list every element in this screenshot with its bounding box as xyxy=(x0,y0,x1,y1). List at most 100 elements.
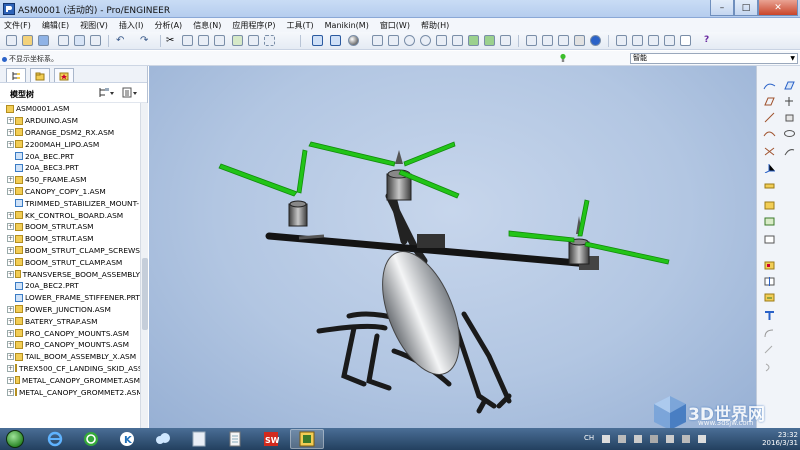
expand-toggle-icon[interactable]: + xyxy=(7,246,14,254)
expand-toggle-icon[interactable]: + xyxy=(7,140,14,148)
paste-special-icon[interactable] xyxy=(214,35,225,46)
regenerate-icon[interactable] xyxy=(232,35,243,46)
round-icon[interactable] xyxy=(763,328,776,339)
menu-manikin[interactable]: Manikin(M) xyxy=(325,21,369,30)
zoom-in-icon[interactable] xyxy=(404,35,415,46)
repaint-icon[interactable] xyxy=(436,35,447,46)
tree-row[interactable]: 20A_BEC2.PRT xyxy=(0,280,140,292)
menu-window[interactable]: 窗口(W) xyxy=(380,20,410,31)
tree-row[interactable]: + CANOPY_COPY_1.ASM xyxy=(0,186,140,198)
tree-row[interactable]: LOWER_FRAME_STIFFENER.PRT xyxy=(0,292,140,304)
menu-tools[interactable]: 工具(T) xyxy=(287,20,314,31)
shell-icon[interactable] xyxy=(763,362,776,373)
taskbar-clock[interactable]: 23:32 2016/3/31 xyxy=(748,431,798,447)
expand-toggle-icon[interactable]: + xyxy=(7,223,14,231)
plane-icon[interactable] xyxy=(763,96,776,107)
tree-row[interactable]: 20A_BEC.PRT xyxy=(0,150,140,162)
system-tray-icons[interactable] xyxy=(602,434,722,444)
menu-applications[interactable]: 应用程序(P) xyxy=(232,20,275,31)
expand-toggle-icon[interactable]: + xyxy=(7,341,14,349)
orient-icon[interactable] xyxy=(330,35,341,46)
proengineer-icon[interactable] xyxy=(290,429,324,449)
no-hidden-icon[interactable] xyxy=(558,35,569,46)
expand-toggle-icon[interactable]: + xyxy=(7,187,14,195)
shading-icon[interactable] xyxy=(348,35,359,46)
expand-toggle-icon[interactable]: + xyxy=(7,364,14,372)
cut-icon[interactable]: ✂ xyxy=(166,35,177,46)
expand-toggle-icon[interactable]: + xyxy=(7,305,14,313)
enhanced-realism-icon[interactable] xyxy=(590,35,601,46)
context-help-icon[interactable]: ? xyxy=(704,35,715,46)
datum-curve-icon[interactable] xyxy=(763,128,776,139)
chamfer-icon[interactable] xyxy=(763,344,776,355)
tree-row[interactable]: + BOOM_STRUT.ASM xyxy=(0,221,140,233)
datum-point-icon[interactable] xyxy=(763,146,776,157)
revolve-icon[interactable] xyxy=(783,128,796,139)
point-display-icon[interactable] xyxy=(648,35,659,46)
tree-row[interactable]: TRIMMED_STABILIZER_MOUNT- xyxy=(0,197,140,209)
tree-row[interactable]: + ARDUINO.ASM xyxy=(0,115,140,127)
menu-info[interactable]: 信息(N) xyxy=(193,20,221,31)
wireframe-icon[interactable] xyxy=(526,35,537,46)
expand-toggle-icon[interactable]: + xyxy=(7,211,14,219)
app-k-icon[interactable]: K xyxy=(110,429,144,449)
sweep-icon[interactable] xyxy=(783,146,796,157)
tree-row[interactable]: +450_FRAME.ASM xyxy=(0,174,140,186)
close-button[interactable]: ✕ xyxy=(758,0,798,16)
paste-icon[interactable] xyxy=(198,35,209,46)
email-icon[interactable] xyxy=(74,35,85,46)
expand-toggle-icon[interactable]: + xyxy=(7,353,14,361)
extrude-icon[interactable] xyxy=(783,112,796,123)
menu-edit[interactable]: 编辑(E) xyxy=(42,20,69,31)
tree-row[interactable]: +2200MAH_LIPO.ASM xyxy=(0,138,140,150)
internet-explorer-icon[interactable] xyxy=(38,429,72,449)
annotation-display-icon[interactable] xyxy=(680,35,691,46)
mirror-icon[interactable] xyxy=(763,276,776,287)
tree-row[interactable]: + BOOM_STRUT.ASM xyxy=(0,233,140,245)
expand-toggle-icon[interactable]: + xyxy=(7,235,14,243)
tree-row[interactable]: 20A_BEC3.PRT xyxy=(0,162,140,174)
undo-icon[interactable]: ↶ xyxy=(116,35,127,46)
tree-row[interactable]: + METAL_CANOPY_GROMMET2.ASM xyxy=(0,386,140,398)
tree-row[interactable]: + KK_CONTROL_BOARD.ASM xyxy=(0,209,140,221)
csys-icon[interactable] xyxy=(763,162,776,173)
expand-toggle-icon[interactable]: + xyxy=(7,117,14,125)
datum-axis-display-icon[interactable] xyxy=(632,35,643,46)
datum-plane-icon[interactable] xyxy=(783,80,796,91)
expand-toggle-icon[interactable]: + xyxy=(7,128,14,136)
merge-icon[interactable] xyxy=(763,292,776,303)
expand-toggle-icon[interactable]: + xyxy=(7,258,14,266)
select-box-icon[interactable] xyxy=(264,35,275,46)
analysis-feature-icon[interactable] xyxy=(763,178,776,189)
tree-row[interactable]: + METAL_CANOPY_GROMMET.ASM xyxy=(0,374,140,386)
spin-center-icon[interactable] xyxy=(388,35,399,46)
tree-row[interactable]: + BOOM_STRUT_CLAMP.ASM xyxy=(0,256,140,268)
tree-root-row[interactable]: ASM0001.ASM xyxy=(0,103,140,115)
scrollbar-thumb[interactable] xyxy=(142,258,148,330)
copy-icon[interactable] xyxy=(182,35,193,46)
tree-row[interactable]: + POWER_JUNCTION.ASM xyxy=(0,304,140,316)
create-component-icon[interactable] xyxy=(763,216,776,227)
expand-toggle-icon[interactable]: + xyxy=(7,317,14,325)
tree-row[interactable]: + ORANGE_DSM2_RX.ASM xyxy=(0,127,140,139)
start-button[interactable] xyxy=(6,430,24,448)
selection-filter-dropdown[interactable]: 智能 ▼ xyxy=(630,53,798,64)
favorites-tab-icon[interactable] xyxy=(54,68,74,82)
input-language-indicator[interactable]: CH xyxy=(584,434,594,442)
minimize-button[interactable]: – xyxy=(710,0,734,16)
folder-browser-tab-icon[interactable] xyxy=(30,68,50,82)
menu-analysis[interactable]: 分析(A) xyxy=(154,20,182,31)
find-icon[interactable] xyxy=(248,35,259,46)
notepad-icon[interactable] xyxy=(218,429,252,449)
datum-planes-icon[interactable] xyxy=(468,35,479,46)
datum-axes-icon[interactable] xyxy=(484,35,495,46)
open-folder-icon[interactable] xyxy=(22,35,33,46)
sketch-curve-icon[interactable] xyxy=(763,80,776,91)
tree-row[interactable]: + PRO_CANOPY_MOUNTS.ASM xyxy=(0,327,140,339)
graphics-viewport[interactable] xyxy=(149,66,756,428)
new-file-icon[interactable] xyxy=(6,35,17,46)
save-icon[interactable] xyxy=(38,35,49,46)
datum-axis-icon[interactable] xyxy=(763,112,776,123)
mail-attach-icon[interactable] xyxy=(90,35,101,46)
tree-row[interactable]: + BOOM_STRUT_CLAMP_SCREWS xyxy=(0,245,140,257)
